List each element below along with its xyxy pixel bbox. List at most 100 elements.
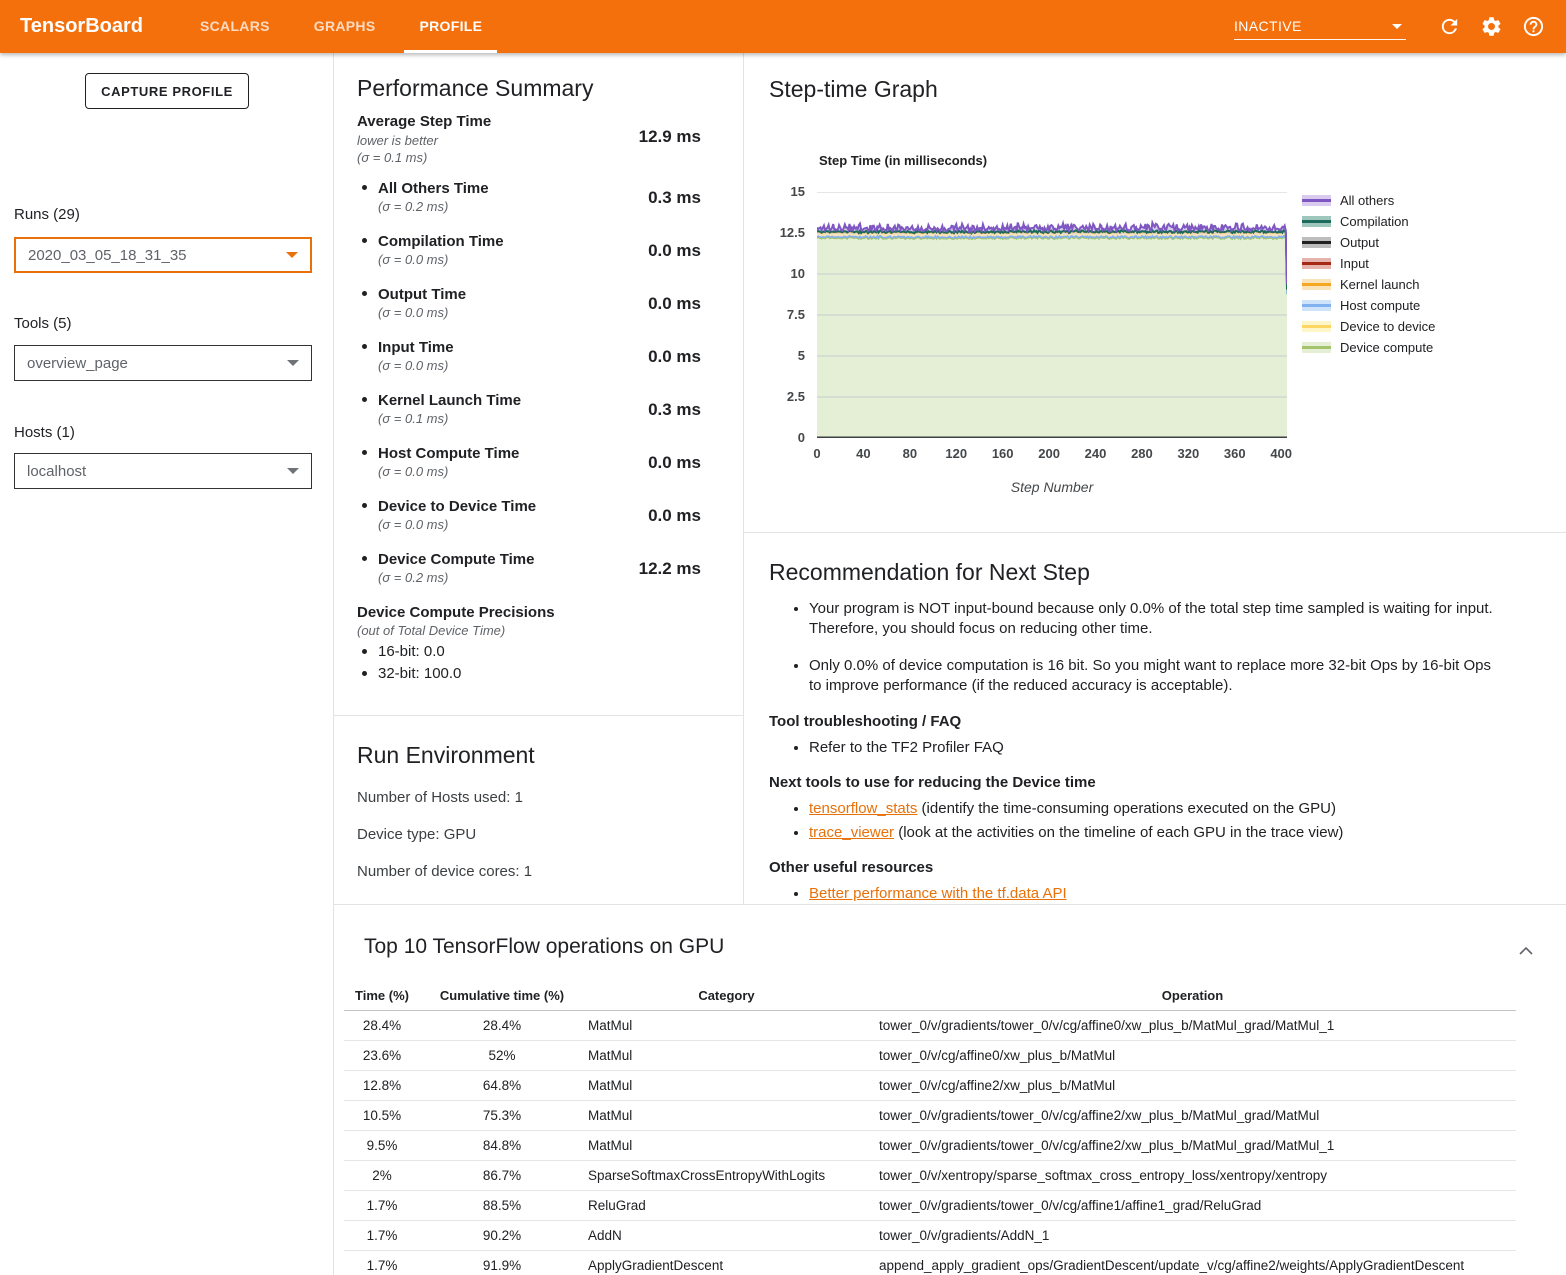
help-button[interactable] [1512,6,1554,48]
runs-select[interactable]: 2020_03_05_18_31_35 [14,237,312,273]
metric-value: 0.0 ms [648,347,701,367]
legend-item: Host compute [1302,295,1435,316]
bullet-dot [362,556,367,561]
y-tick-label: 7.5 [761,307,805,322]
chevron-down-icon [287,468,299,474]
faq-heading: Tool troubleshooting / FAQ [769,713,1506,730]
metric-value: 0.3 ms [648,400,701,420]
y-tick-label: 0 [761,430,805,445]
table-row: 1.7%90.2%AddNtower_0/v/gradients/AddN_1 [344,1221,1516,1251]
x-tick-label: 200 [1027,446,1071,461]
refresh-button[interactable] [1428,6,1470,48]
chevron-down-icon [286,252,298,258]
perf-metric: Host Compute Time(σ = 0.0 ms)0.0 ms [357,445,701,491]
chart-title: Step Time (in milliseconds) [819,153,987,168]
legend-item: Device to device [1302,316,1435,337]
metric-sigma: (σ = 0.1 ms) [357,150,701,165]
top-ops-title: Top 10 TensorFlow operations on GPU [364,935,1566,959]
y-tick-label: 12.5 [761,225,805,240]
table-row: 23.6%52%MatMultower_0/v/cg/affine0/xw_pl… [344,1041,1516,1071]
metric-value: 0.0 ms [648,506,701,526]
run-environment-panel: Run Environment Number of Hosts used: 1 … [334,716,743,880]
legend-item: Compilation [1302,211,1435,232]
recommendation-panel: Recommendation for Next Step Your progra… [744,533,1566,904]
tool-link-description: (look at the activities on the timeline … [894,824,1343,841]
legend-swatch [1302,195,1331,206]
y-tick-label: 5 [761,348,805,363]
y-tick-label: 10 [761,266,805,281]
step-time-graph-panel: Step-time Graph Step Time (in millisecon… [744,53,1566,533]
tensorboard-app: TensorBoard SCALARS GRAPHS PROFILE INACT… [0,0,1566,1275]
x-tick-label: 240 [1074,446,1118,461]
legend-swatch [1302,279,1331,290]
table-row: 1.7%91.9%ApplyGradientDescentappend_appl… [344,1251,1516,1275]
faq-item: Refer to the TF2 Profiler FAQ [809,738,1506,758]
chevron-up-icon [1518,946,1534,956]
metric-value: 12.2 ms [639,559,701,579]
tfdata-performance-link[interactable]: Better performance with the tf.data API [809,885,1067,902]
precisions-note: (out of Total Device Time) [357,623,555,638]
tools-select[interactable]: overview_page [14,345,312,381]
tab-scalars[interactable]: SCALARS [185,0,285,53]
resource-link-item: Better performance with the tf.data API [809,884,1506,904]
perf-metric: All Others Time(σ = 0.2 ms)0.3 ms [357,180,701,226]
next-tools-heading: Next tools to use for reducing the Devic… [769,774,1506,791]
runs-select-value: 2020_03_05_18_31_35 [28,247,187,264]
table-row: 9.5%84.8%MatMultower_0/v/gradients/tower… [344,1131,1516,1161]
x-tick-label: 280 [1120,446,1164,461]
x-tick-label: 160 [981,446,1025,461]
perf-metric: Input Time(σ = 0.0 ms)0.0 ms [357,339,701,385]
perf-metric: Output Time(σ = 0.0 ms)0.0 ms [357,286,701,332]
legend-swatch [1302,300,1331,311]
x-axis-label: Step Number [817,479,1287,495]
status-dropdown-value: INACTIVE [1234,18,1302,34]
tool-link-description: (identify the time-consuming operations … [917,800,1336,817]
top-ops-table: Time (%) Cumulative time (%) Category Op… [344,983,1516,1275]
legend-swatch [1302,216,1331,227]
tool-link-item: tensorflow_stats (identify the time-cons… [809,799,1506,819]
legend-item: Kernel launch [1302,274,1435,295]
header-actions: INACTIVE [1234,0,1566,53]
precision-item: 16-bit: 0.0 [357,643,555,660]
tab-bar: SCALARS GRAPHS PROFILE [185,0,511,53]
metric-value: 0.0 ms [648,241,701,261]
tensorflow-stats-link[interactable]: tensorflow_stats [809,800,917,817]
table-row: 1.7%88.5%ReluGradtower_0/v/gradients/tow… [344,1191,1516,1221]
tab-graphs[interactable]: GRAPHS [299,0,391,53]
bullet-dot [362,450,367,455]
table-row: 2%86.7%SparseSoftmaxCrossEntropyWithLogi… [344,1161,1516,1191]
bullet-dot [362,503,367,508]
table-row: 10.5%75.3%MatMultower_0/v/gradients/towe… [344,1101,1516,1131]
trace-viewer-link[interactable]: trace_viewer [809,824,894,841]
perf-metric: Device to Device Time(σ = 0.0 ms)0.0 ms [357,498,701,544]
column-header: Category [584,983,869,1011]
tools-label: Tools (5) [14,315,72,332]
x-tick-label: 400 [1259,446,1303,461]
performance-summary-panel: Performance Summary Average Step Time lo… [334,53,744,904]
env-line: Number of device cores: 1 [357,863,743,880]
y-tick-label: 2.5 [761,389,805,404]
legend-swatch [1302,342,1331,353]
legend-swatch [1302,237,1331,248]
recommendation-title: Recommendation for Next Step [769,559,1506,586]
app-header: TensorBoard SCALARS GRAPHS PROFILE INACT… [0,0,1566,53]
chevron-down-icon [1392,24,1402,29]
legend-swatch [1302,258,1331,269]
tab-profile[interactable]: PROFILE [404,0,497,53]
perf-metric: Device Compute Time(σ = 0.2 ms)12.2 ms [357,551,701,597]
x-tick-label: 320 [1166,446,1210,461]
collapse-button[interactable] [1514,939,1538,963]
settings-button[interactable] [1470,6,1512,48]
table-row: 12.8%64.8%MatMultower_0/v/cg/affine2/xw_… [344,1071,1516,1101]
table-header-row: Time (%) Cumulative time (%) Category Op… [344,983,1516,1011]
gear-icon [1480,15,1503,38]
chevron-down-icon [287,360,299,366]
status-dropdown[interactable]: INACTIVE [1234,14,1406,40]
capture-profile-button[interactable]: CAPTURE PROFILE [85,73,249,109]
hosts-select-value: localhost [27,463,86,480]
perf-metric: Kernel Launch Time(σ = 0.1 ms)0.3 ms [357,392,701,438]
metric-value: 0.0 ms [648,453,701,473]
column-header: Operation [869,983,1516,1011]
hosts-select[interactable]: localhost [14,453,312,489]
metric-value: 12.9 ms [639,127,701,147]
